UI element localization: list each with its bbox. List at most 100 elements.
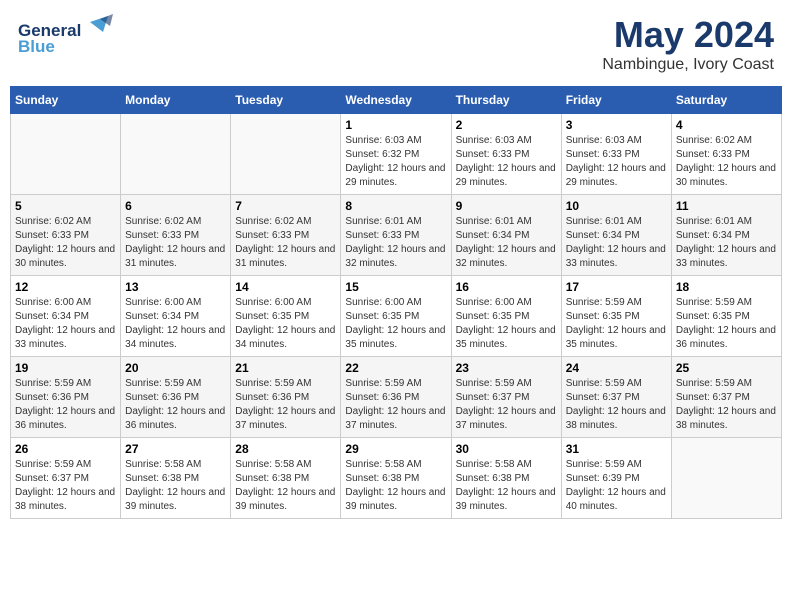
day-number: 24	[566, 361, 667, 375]
calendar-day-cell: 23 Sunrise: 5:59 AMSunset: 6:37 PMDaylig…	[451, 357, 561, 438]
day-info: Sunrise: 5:58 AMSunset: 6:38 PMDaylight:…	[235, 459, 335, 512]
day-number: 23	[456, 361, 557, 375]
day-number: 29	[345, 442, 446, 456]
day-of-week-header: Monday	[121, 87, 231, 114]
logo: General Blue	[18, 14, 118, 59]
day-info: Sunrise: 6:01 AMSunset: 6:34 PMDaylight:…	[566, 216, 666, 269]
day-info: Sunrise: 6:03 AMSunset: 6:33 PMDaylight:…	[566, 135, 666, 188]
day-number: 25	[676, 361, 777, 375]
calendar-day-cell: 30 Sunrise: 5:58 AMSunset: 6:38 PMDaylig…	[451, 438, 561, 519]
day-number: 1	[345, 118, 446, 132]
calendar-day-cell: 22 Sunrise: 5:59 AMSunset: 6:36 PMDaylig…	[341, 357, 451, 438]
day-number: 28	[235, 442, 336, 456]
day-of-week-header: Wednesday	[341, 87, 451, 114]
calendar-day-cell: 27 Sunrise: 5:58 AMSunset: 6:38 PMDaylig…	[121, 438, 231, 519]
calendar-day-cell: 7 Sunrise: 6:02 AMSunset: 6:33 PMDayligh…	[231, 195, 341, 276]
day-info: Sunrise: 6:01 AMSunset: 6:34 PMDaylight:…	[676, 216, 776, 269]
page-header: General Blue May 2024 Nambingue, Ivory C…	[10, 10, 782, 78]
day-info: Sunrise: 6:02 AMSunset: 6:33 PMDaylight:…	[125, 216, 225, 269]
day-number: 7	[235, 199, 336, 213]
calendar-day-cell	[11, 114, 121, 195]
calendar-day-cell	[231, 114, 341, 195]
calendar-day-cell: 16 Sunrise: 6:00 AMSunset: 6:35 PMDaylig…	[451, 276, 561, 357]
day-number: 27	[125, 442, 226, 456]
day-number: 15	[345, 280, 446, 294]
day-info: Sunrise: 6:00 AMSunset: 6:35 PMDaylight:…	[345, 297, 445, 350]
day-of-week-header: Sunday	[11, 87, 121, 114]
calendar-day-cell: 19 Sunrise: 5:59 AMSunset: 6:36 PMDaylig…	[11, 357, 121, 438]
calendar-week-row: 12 Sunrise: 6:00 AMSunset: 6:34 PMDaylig…	[11, 276, 782, 357]
calendar-day-cell: 24 Sunrise: 5:59 AMSunset: 6:37 PMDaylig…	[561, 357, 671, 438]
day-number: 20	[125, 361, 226, 375]
day-info: Sunrise: 6:00 AMSunset: 6:34 PMDaylight:…	[15, 297, 115, 350]
day-of-week-header: Thursday	[451, 87, 561, 114]
day-number: 4	[676, 118, 777, 132]
calendar-day-cell: 13 Sunrise: 6:00 AMSunset: 6:34 PMDaylig…	[121, 276, 231, 357]
day-number: 3	[566, 118, 667, 132]
calendar-day-cell: 6 Sunrise: 6:02 AMSunset: 6:33 PMDayligh…	[121, 195, 231, 276]
day-info: Sunrise: 5:59 AMSunset: 6:37 PMDaylight:…	[676, 378, 776, 431]
day-number: 2	[456, 118, 557, 132]
calendar-day-cell: 1 Sunrise: 6:03 AMSunset: 6:32 PMDayligh…	[341, 114, 451, 195]
day-number: 9	[456, 199, 557, 213]
calendar-day-cell: 11 Sunrise: 6:01 AMSunset: 6:34 PMDaylig…	[671, 195, 781, 276]
day-info: Sunrise: 5:59 AMSunset: 6:36 PMDaylight:…	[345, 378, 445, 431]
day-number: 17	[566, 280, 667, 294]
calendar-day-cell: 14 Sunrise: 6:00 AMSunset: 6:35 PMDaylig…	[231, 276, 341, 357]
day-number: 18	[676, 280, 777, 294]
day-info: Sunrise: 5:58 AMSunset: 6:38 PMDaylight:…	[125, 459, 225, 512]
day-info: Sunrise: 6:02 AMSunset: 6:33 PMDaylight:…	[676, 135, 776, 188]
day-info: Sunrise: 5:59 AMSunset: 6:37 PMDaylight:…	[456, 378, 556, 431]
day-info: Sunrise: 5:59 AMSunset: 6:35 PMDaylight:…	[676, 297, 776, 350]
day-number: 21	[235, 361, 336, 375]
day-info: Sunrise: 6:01 AMSunset: 6:34 PMDaylight:…	[456, 216, 556, 269]
calendar-day-cell	[671, 438, 781, 519]
day-info: Sunrise: 5:59 AMSunset: 6:37 PMDaylight:…	[566, 378, 666, 431]
calendar-title-block: May 2024 Nambingue, Ivory Coast	[602, 14, 774, 74]
day-info: Sunrise: 5:59 AMSunset: 6:36 PMDaylight:…	[125, 378, 225, 431]
day-number: 16	[456, 280, 557, 294]
day-info: Sunrise: 6:01 AMSunset: 6:33 PMDaylight:…	[345, 216, 445, 269]
day-of-week-header: Friday	[561, 87, 671, 114]
day-info: Sunrise: 6:00 AMSunset: 6:35 PMDaylight:…	[456, 297, 556, 350]
day-info: Sunrise: 5:59 AMSunset: 6:35 PMDaylight:…	[566, 297, 666, 350]
day-number: 22	[345, 361, 446, 375]
calendar-table: SundayMondayTuesdayWednesdayThursdayFrid…	[10, 86, 782, 519]
day-number: 30	[456, 442, 557, 456]
calendar-day-cell: 5 Sunrise: 6:02 AMSunset: 6:33 PMDayligh…	[11, 195, 121, 276]
day-number: 6	[125, 199, 226, 213]
calendar-day-cell: 15 Sunrise: 6:00 AMSunset: 6:35 PMDaylig…	[341, 276, 451, 357]
calendar-day-cell: 26 Sunrise: 5:59 AMSunset: 6:37 PMDaylig…	[11, 438, 121, 519]
day-number: 12	[15, 280, 116, 294]
calendar-day-cell: 12 Sunrise: 6:00 AMSunset: 6:34 PMDaylig…	[11, 276, 121, 357]
day-of-week-header: Tuesday	[231, 87, 341, 114]
calendar-month-year: May 2024	[602, 14, 774, 56]
day-info: Sunrise: 6:02 AMSunset: 6:33 PMDaylight:…	[15, 216, 115, 269]
day-number: 26	[15, 442, 116, 456]
day-info: Sunrise: 5:59 AMSunset: 6:39 PMDaylight:…	[566, 459, 666, 512]
calendar-day-cell: 21 Sunrise: 5:59 AMSunset: 6:36 PMDaylig…	[231, 357, 341, 438]
day-number: 31	[566, 442, 667, 456]
day-number: 14	[235, 280, 336, 294]
day-number: 5	[15, 199, 116, 213]
calendar-day-cell: 20 Sunrise: 5:59 AMSunset: 6:36 PMDaylig…	[121, 357, 231, 438]
calendar-day-cell: 17 Sunrise: 5:59 AMSunset: 6:35 PMDaylig…	[561, 276, 671, 357]
day-info: Sunrise: 6:03 AMSunset: 6:32 PMDaylight:…	[345, 135, 445, 188]
calendar-week-row: 5 Sunrise: 6:02 AMSunset: 6:33 PMDayligh…	[11, 195, 782, 276]
calendar-day-cell: 25 Sunrise: 5:59 AMSunset: 6:37 PMDaylig…	[671, 357, 781, 438]
day-number: 19	[15, 361, 116, 375]
day-of-week-header: Saturday	[671, 87, 781, 114]
calendar-day-cell: 31 Sunrise: 5:59 AMSunset: 6:39 PMDaylig…	[561, 438, 671, 519]
day-info: Sunrise: 6:03 AMSunset: 6:33 PMDaylight:…	[456, 135, 556, 188]
day-info: Sunrise: 6:00 AMSunset: 6:34 PMDaylight:…	[125, 297, 225, 350]
calendar-day-cell: 29 Sunrise: 5:58 AMSunset: 6:38 PMDaylig…	[341, 438, 451, 519]
calendar-day-cell: 4 Sunrise: 6:02 AMSunset: 6:33 PMDayligh…	[671, 114, 781, 195]
calendar-location: Nambingue, Ivory Coast	[602, 56, 774, 74]
day-number: 8	[345, 199, 446, 213]
day-info: Sunrise: 5:58 AMSunset: 6:38 PMDaylight:…	[456, 459, 556, 512]
day-info: Sunrise: 6:00 AMSunset: 6:35 PMDaylight:…	[235, 297, 335, 350]
calendar-day-cell: 10 Sunrise: 6:01 AMSunset: 6:34 PMDaylig…	[561, 195, 671, 276]
calendar-day-cell: 8 Sunrise: 6:01 AMSunset: 6:33 PMDayligh…	[341, 195, 451, 276]
calendar-week-row: 1 Sunrise: 6:03 AMSunset: 6:32 PMDayligh…	[11, 114, 782, 195]
calendar-week-row: 26 Sunrise: 5:59 AMSunset: 6:37 PMDaylig…	[11, 438, 782, 519]
